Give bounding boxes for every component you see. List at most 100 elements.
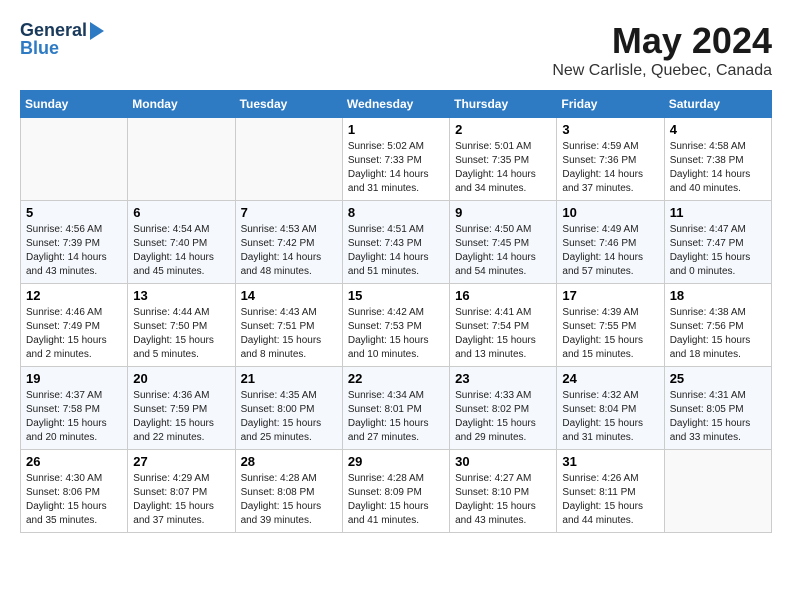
location-subtitle: New Carlisle, Quebec, Canada <box>552 62 772 80</box>
day-number: 12 <box>26 288 122 303</box>
day-number: 6 <box>133 205 229 220</box>
page-header: General Blue May 2024 New Carlisle, Queb… <box>20 20 772 80</box>
calendar-week-3: 12 Sunrise: 4:46 AMSunset: 7:49 PMDaylig… <box>21 284 772 367</box>
day-header-monday: Monday <box>128 91 235 118</box>
calendar-cell <box>128 118 235 201</box>
calendar-week-4: 19 Sunrise: 4:37 AMSunset: 7:58 PMDaylig… <box>21 367 772 450</box>
calendar-cell: 17 Sunrise: 4:39 AMSunset: 7:55 PMDaylig… <box>557 284 664 367</box>
calendar-cell: 30 Sunrise: 4:27 AMSunset: 8:10 PMDaylig… <box>450 450 557 533</box>
day-number: 21 <box>241 371 337 386</box>
day-info: Sunrise: 4:54 AMSunset: 7:40 PMDaylight:… <box>133 223 229 279</box>
day-info: Sunrise: 4:47 AMSunset: 7:47 PMDaylight:… <box>670 223 766 279</box>
day-info: Sunrise: 4:46 AMSunset: 7:49 PMDaylight:… <box>26 306 122 362</box>
day-number: 18 <box>670 288 766 303</box>
day-number: 3 <box>562 122 658 137</box>
day-info: Sunrise: 4:39 AMSunset: 7:55 PMDaylight:… <box>562 306 658 362</box>
title-section: May 2024 New Carlisle, Quebec, Canada <box>552 20 772 80</box>
day-info: Sunrise: 4:26 AMSunset: 8:11 PMDaylight:… <box>562 472 658 528</box>
calendar-cell: 22 Sunrise: 4:34 AMSunset: 8:01 PMDaylig… <box>342 367 449 450</box>
day-info: Sunrise: 4:53 AMSunset: 7:42 PMDaylight:… <box>241 223 337 279</box>
day-info: Sunrise: 4:51 AMSunset: 7:43 PMDaylight:… <box>348 223 444 279</box>
day-number: 17 <box>562 288 658 303</box>
day-info: Sunrise: 4:29 AMSunset: 8:07 PMDaylight:… <box>133 472 229 528</box>
calendar-cell <box>235 118 342 201</box>
day-header-sunday: Sunday <box>21 91 128 118</box>
day-header-friday: Friday <box>557 91 664 118</box>
calendar-cell: 6 Sunrise: 4:54 AMSunset: 7:40 PMDayligh… <box>128 201 235 284</box>
day-info: Sunrise: 4:38 AMSunset: 7:56 PMDaylight:… <box>670 306 766 362</box>
day-info: Sunrise: 4:34 AMSunset: 8:01 PMDaylight:… <box>348 389 444 445</box>
day-info: Sunrise: 4:59 AMSunset: 7:36 PMDaylight:… <box>562 140 658 196</box>
calendar-cell <box>664 450 771 533</box>
calendar-cell: 18 Sunrise: 4:38 AMSunset: 7:56 PMDaylig… <box>664 284 771 367</box>
day-number: 27 <box>133 454 229 469</box>
calendar-cell: 9 Sunrise: 4:50 AMSunset: 7:45 PMDayligh… <box>450 201 557 284</box>
day-number: 24 <box>562 371 658 386</box>
day-number: 16 <box>455 288 551 303</box>
day-number: 10 <box>562 205 658 220</box>
calendar-cell: 11 Sunrise: 4:47 AMSunset: 7:47 PMDaylig… <box>664 201 771 284</box>
day-info: Sunrise: 4:44 AMSunset: 7:50 PMDaylight:… <box>133 306 229 362</box>
calendar-cell: 28 Sunrise: 4:28 AMSunset: 8:08 PMDaylig… <box>235 450 342 533</box>
calendar-cell: 13 Sunrise: 4:44 AMSunset: 7:50 PMDaylig… <box>128 284 235 367</box>
day-number: 30 <box>455 454 551 469</box>
day-header-wednesday: Wednesday <box>342 91 449 118</box>
calendar-cell: 29 Sunrise: 4:28 AMSunset: 8:09 PMDaylig… <box>342 450 449 533</box>
day-number: 2 <box>455 122 551 137</box>
calendar-cell: 19 Sunrise: 4:37 AMSunset: 7:58 PMDaylig… <box>21 367 128 450</box>
day-number: 22 <box>348 371 444 386</box>
calendar-cell: 16 Sunrise: 4:41 AMSunset: 7:54 PMDaylig… <box>450 284 557 367</box>
day-info: Sunrise: 4:56 AMSunset: 7:39 PMDaylight:… <box>26 223 122 279</box>
day-header-tuesday: Tuesday <box>235 91 342 118</box>
day-info: Sunrise: 4:30 AMSunset: 8:06 PMDaylight:… <box>26 472 122 528</box>
logo-arrow-icon <box>90 22 104 40</box>
day-info: Sunrise: 4:35 AMSunset: 8:00 PMDaylight:… <box>241 389 337 445</box>
logo-blue-text: Blue <box>20 38 59 59</box>
day-number: 13 <box>133 288 229 303</box>
calendar-cell: 21 Sunrise: 4:35 AMSunset: 8:00 PMDaylig… <box>235 367 342 450</box>
day-number: 19 <box>26 371 122 386</box>
calendar-cell: 12 Sunrise: 4:46 AMSunset: 7:49 PMDaylig… <box>21 284 128 367</box>
calendar-cell: 8 Sunrise: 4:51 AMSunset: 7:43 PMDayligh… <box>342 201 449 284</box>
day-info: Sunrise: 5:01 AMSunset: 7:35 PMDaylight:… <box>455 140 551 196</box>
day-number: 25 <box>670 371 766 386</box>
calendar-cell: 4 Sunrise: 4:58 AMSunset: 7:38 PMDayligh… <box>664 118 771 201</box>
day-info: Sunrise: 4:41 AMSunset: 7:54 PMDaylight:… <box>455 306 551 362</box>
day-number: 11 <box>670 205 766 220</box>
calendar-cell: 25 Sunrise: 4:31 AMSunset: 8:05 PMDaylig… <box>664 367 771 450</box>
day-info: Sunrise: 4:42 AMSunset: 7:53 PMDaylight:… <box>348 306 444 362</box>
day-info: Sunrise: 4:36 AMSunset: 7:59 PMDaylight:… <box>133 389 229 445</box>
day-info: Sunrise: 4:58 AMSunset: 7:38 PMDaylight:… <box>670 140 766 196</box>
day-number: 31 <box>562 454 658 469</box>
calendar-cell: 24 Sunrise: 4:32 AMSunset: 8:04 PMDaylig… <box>557 367 664 450</box>
day-info: Sunrise: 4:43 AMSunset: 7:51 PMDaylight:… <box>241 306 337 362</box>
calendar-cell: 2 Sunrise: 5:01 AMSunset: 7:35 PMDayligh… <box>450 118 557 201</box>
day-number: 26 <box>26 454 122 469</box>
calendar-week-1: 1 Sunrise: 5:02 AMSunset: 7:33 PMDayligh… <box>21 118 772 201</box>
day-number: 29 <box>348 454 444 469</box>
calendar-cell: 26 Sunrise: 4:30 AMSunset: 8:06 PMDaylig… <box>21 450 128 533</box>
day-number: 20 <box>133 371 229 386</box>
calendar-cell: 31 Sunrise: 4:26 AMSunset: 8:11 PMDaylig… <box>557 450 664 533</box>
day-number: 9 <box>455 205 551 220</box>
day-number: 7 <box>241 205 337 220</box>
calendar-cell: 5 Sunrise: 4:56 AMSunset: 7:39 PMDayligh… <box>21 201 128 284</box>
calendar-cell: 23 Sunrise: 4:33 AMSunset: 8:02 PMDaylig… <box>450 367 557 450</box>
day-number: 5 <box>26 205 122 220</box>
day-number: 28 <box>241 454 337 469</box>
day-header-saturday: Saturday <box>664 91 771 118</box>
calendar-header-row: SundayMondayTuesdayWednesdayThursdayFrid… <box>21 91 772 118</box>
calendar-week-2: 5 Sunrise: 4:56 AMSunset: 7:39 PMDayligh… <box>21 201 772 284</box>
day-info: Sunrise: 4:28 AMSunset: 8:09 PMDaylight:… <box>348 472 444 528</box>
logo: General Blue <box>20 20 104 59</box>
calendar-cell: 14 Sunrise: 4:43 AMSunset: 7:51 PMDaylig… <box>235 284 342 367</box>
day-info: Sunrise: 4:33 AMSunset: 8:02 PMDaylight:… <box>455 389 551 445</box>
calendar-cell: 20 Sunrise: 4:36 AMSunset: 7:59 PMDaylig… <box>128 367 235 450</box>
day-header-thursday: Thursday <box>450 91 557 118</box>
calendar-cell: 15 Sunrise: 4:42 AMSunset: 7:53 PMDaylig… <box>342 284 449 367</box>
day-info: Sunrise: 4:37 AMSunset: 7:58 PMDaylight:… <box>26 389 122 445</box>
calendar-cell: 7 Sunrise: 4:53 AMSunset: 7:42 PMDayligh… <box>235 201 342 284</box>
calendar-cell: 1 Sunrise: 5:02 AMSunset: 7:33 PMDayligh… <box>342 118 449 201</box>
day-info: Sunrise: 4:27 AMSunset: 8:10 PMDaylight:… <box>455 472 551 528</box>
calendar-cell: 3 Sunrise: 4:59 AMSunset: 7:36 PMDayligh… <box>557 118 664 201</box>
